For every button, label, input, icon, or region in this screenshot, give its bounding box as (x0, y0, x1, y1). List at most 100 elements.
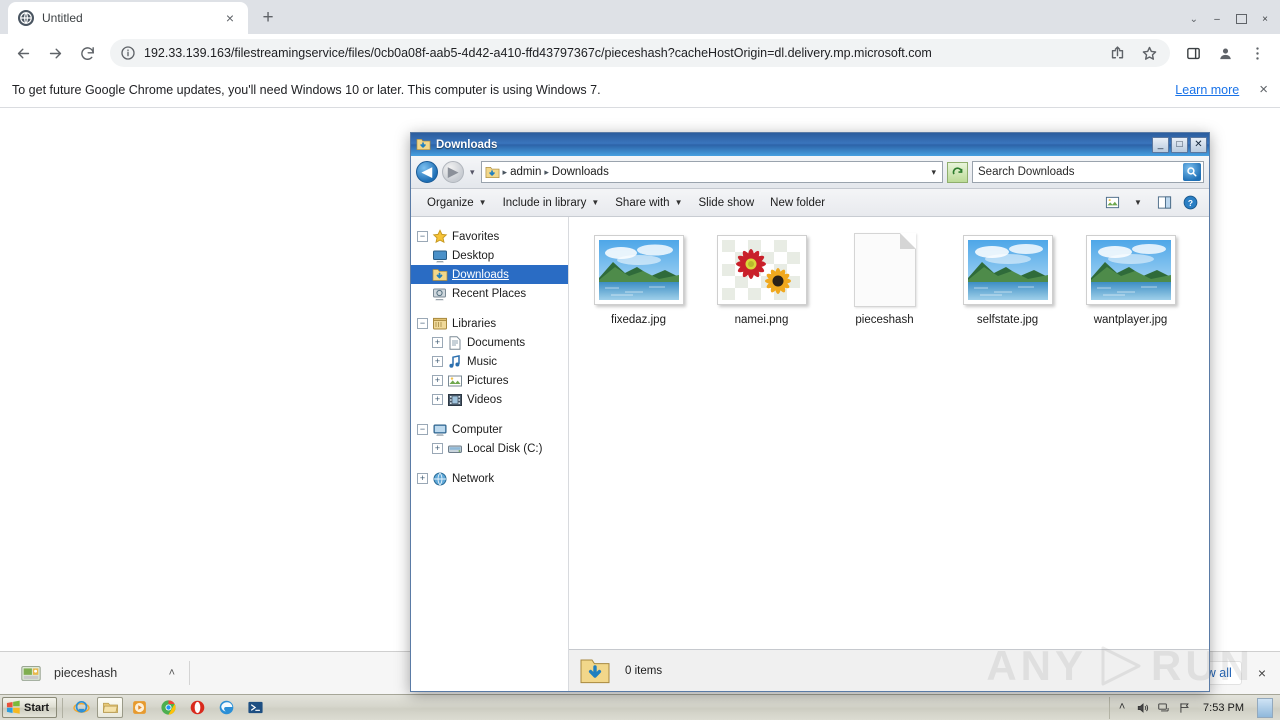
toolbar-new-folder-button[interactable]: New folder (762, 192, 833, 214)
sidebar-group-label: Libraries (452, 317, 497, 330)
new-tab-button[interactable]: + (254, 4, 282, 32)
breadcrumb-item-downloads[interactable]: Downloads (552, 166, 609, 178)
file-thumbnail (1083, 233, 1179, 307)
sidebar-group-favorites[interactable]: − Favorites (411, 227, 568, 246)
browser-maximize-button[interactable] (1230, 10, 1252, 28)
sidebar-item-music[interactable]: + Music (411, 352, 568, 371)
search-magnifier-icon[interactable] (1183, 163, 1201, 181)
download-shelf-close-icon[interactable]: × (1258, 665, 1266, 681)
infobar-learn-more-link[interactable]: Learn more (1175, 83, 1239, 97)
chevron-down-icon[interactable]: ⌄ (1190, 14, 1198, 25)
taskbar-internet-explorer-icon[interactable] (68, 697, 94, 718)
taskbar-media-player-icon[interactable] (126, 697, 152, 718)
sidebar-group-computer[interactable]: − Computer (411, 420, 568, 439)
taskbar-clock[interactable]: 7:53 PM (1199, 702, 1248, 714)
expand-expander-icon[interactable]: + (432, 337, 443, 348)
sidebar-item-pictures[interactable]: + Pictures (411, 371, 568, 390)
downloads-folder-icon (416, 137, 431, 152)
browser-window-controls: ⌄ – × (1190, 10, 1280, 34)
expand-expander-icon[interactable]: + (417, 473, 428, 484)
browser-tab[interactable]: Untitled × (8, 2, 248, 34)
search-input[interactable]: Search Downloads (972, 161, 1204, 183)
share-icon[interactable] (1102, 38, 1132, 68)
tab-close-icon[interactable]: × (222, 10, 238, 26)
infobar-close-icon[interactable]: × (1259, 81, 1268, 98)
explorer-minimize-button[interactable]: _ (1152, 136, 1169, 153)
file-item[interactable]: fixedaz.jpg (577, 229, 700, 334)
refresh-icon[interactable] (947, 161, 968, 183)
taskbar-windows-explorer-icon[interactable] (97, 697, 124, 718)
reload-icon[interactable] (72, 38, 102, 68)
chevron-down-icon[interactable]: ▼ (1127, 193, 1149, 213)
volume-speaker-icon[interactable] (1136, 701, 1150, 715)
sidebar-group-network[interactable]: + Network (411, 469, 568, 488)
help-question-icon[interactable]: ? (1179, 193, 1201, 213)
address-bar[interactable]: 192.33.139.163/filestreamingservice/file… (110, 39, 1170, 67)
info-circle-icon[interactable] (120, 45, 136, 61)
show-desktop-button[interactable] (1257, 697, 1273, 718)
download-file-icon (20, 662, 42, 684)
file-name-label: selfstate.jpg (976, 314, 1039, 326)
expand-expander-icon[interactable]: + (432, 394, 443, 405)
file-item[interactable]: selfstate.jpg (946, 229, 1069, 334)
side-panel-icon[interactable] (1178, 38, 1208, 68)
preview-pane-icon[interactable] (1153, 193, 1175, 213)
three-dot-menu-icon[interactable] (1242, 38, 1272, 68)
sidebar-group-label: Favorites (452, 230, 500, 243)
sidebar-group-libraries[interactable]: − Libraries (411, 314, 568, 333)
browser-close-button[interactable]: × (1254, 10, 1276, 28)
toolbar-include-in-library-button[interactable]: Include in library ▼ (495, 192, 608, 214)
network-tray-icon[interactable] (1157, 701, 1171, 715)
browser-minimize-button[interactable]: – (1206, 10, 1228, 28)
photo-frame (593, 235, 684, 305)
expand-expander-icon[interactable]: + (432, 443, 443, 454)
collapse-expander-icon[interactable]: − (417, 318, 428, 329)
explorer-maximize-button[interactable]: □ (1171, 136, 1188, 153)
taskbar-google-chrome-icon[interactable] (155, 697, 181, 718)
sidebar-item-documents[interactable]: + Documents (411, 333, 568, 352)
svg-text:?: ? (1187, 198, 1192, 208)
taskbar-microsoft-edge-icon[interactable] (213, 697, 239, 718)
back-icon[interactable] (8, 38, 38, 68)
download-item-chevron-icon[interactable]: ˄ (169, 667, 175, 679)
breadcrumb-item-admin[interactable]: admin (510, 166, 541, 178)
collapse-expander-icon[interactable]: − (417, 424, 428, 435)
file-item[interactable]: wantplayer.jpg (1069, 229, 1192, 334)
sidebar-item-recent-places[interactable]: Recent Places (411, 284, 568, 303)
download-item-name: pieceshash (54, 666, 118, 680)
nav-forward-button[interactable]: ▶ (442, 161, 464, 183)
file-list-pane[interactable]: fixedaz.jpg namei.png pieceshash selfsta… (569, 217, 1209, 691)
profile-avatar-icon[interactable] (1210, 38, 1240, 68)
toolbar-slide-show-button[interactable]: Slide show (691, 192, 763, 214)
sidebar-item-videos[interactable]: + Videos (411, 390, 568, 409)
view-layout-icon[interactable] (1101, 193, 1123, 213)
taskbar-opera-icon[interactable] (184, 697, 210, 718)
explorer-title-bar[interactable]: Downloads _ □ ✕ (411, 133, 1209, 156)
expand-expander-icon[interactable]: + (432, 375, 443, 386)
action-flag-icon[interactable] (1178, 701, 1192, 715)
download-item-pieceshash[interactable]: pieceshash ˄ (10, 658, 185, 688)
toolbar-share-with-button[interactable]: Share with ▼ (607, 192, 690, 214)
toolbar-organize-button[interactable]: Organize ▼ (419, 192, 495, 214)
show-hidden-icons-button[interactable]: ˄ (1115, 701, 1129, 715)
sidebar-item-local-disk-c[interactable]: + Local Disk (C:) (411, 439, 568, 458)
bookmark-star-icon[interactable] (1134, 38, 1164, 68)
expand-expander-icon[interactable]: + (432, 356, 443, 367)
nav-history-dropdown[interactable]: ▾ (468, 167, 477, 178)
file-item[interactable]: namei.png (700, 229, 823, 334)
forward-icon[interactable] (40, 38, 70, 68)
collapse-expander-icon[interactable]: − (417, 231, 428, 242)
sidebar-item-desktop[interactable]: Desktop (411, 246, 568, 265)
chevron-down-icon[interactable]: ▾ (931, 167, 939, 178)
start-button[interactable]: Start (2, 697, 58, 718)
sidebar-item-downloads[interactable]: Downloads (411, 265, 568, 284)
address-breadcrumb-bar[interactable]: ▸ admin ▸ Downloads ▾ (480, 161, 943, 183)
taskbar-powershell-icon[interactable] (242, 697, 268, 718)
network-icon (432, 471, 448, 487)
downloads-folder-icon (485, 165, 500, 180)
explorer-close-button[interactable]: ✕ (1190, 136, 1207, 153)
nav-back-button[interactable]: ◀ (416, 161, 438, 183)
file-item[interactable]: pieceshash (823, 229, 946, 334)
